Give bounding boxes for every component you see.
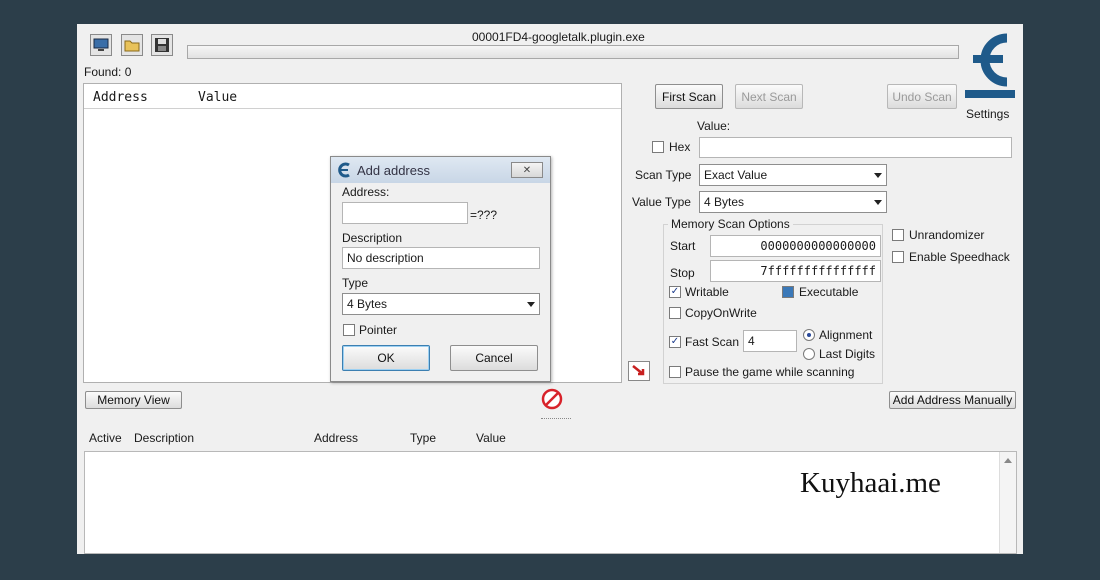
dialog-type-select[interactable]: 4 Bytes xyxy=(342,293,540,315)
unrandomizer-label: Unrandomizer xyxy=(909,228,985,242)
chevron-down-icon xyxy=(527,302,535,307)
column-header[interactable]: Type xyxy=(410,431,436,445)
scan-type-label: Scan Type xyxy=(635,168,692,182)
value-type-value: 4 Bytes xyxy=(704,195,745,209)
memory-options-label: Memory Scan Options xyxy=(668,217,793,231)
scan-type-select[interactable]: Exact Value xyxy=(699,164,887,186)
undo-scan-button[interactable]: Undo Scan xyxy=(887,84,957,109)
hex-checkbox[interactable] xyxy=(652,141,664,153)
add-to-list-button[interactable] xyxy=(628,361,650,381)
open-process-button[interactable] xyxy=(90,34,112,56)
last-digits-radio[interactable] xyxy=(803,348,815,360)
copyonwrite-label: CopyOnWrite xyxy=(685,306,757,320)
pause-game-checkbox[interactable] xyxy=(669,366,681,378)
speedhack-checkbox[interactable] xyxy=(892,251,904,263)
scan-type-value: Exact Value xyxy=(704,168,768,182)
start-label: Start xyxy=(670,239,696,253)
cancel-button[interactable]: Cancel xyxy=(450,345,538,371)
type-label: Type xyxy=(342,276,369,290)
unrandomizer-checkbox[interactable] xyxy=(892,229,904,241)
stop-button[interactable] xyxy=(541,388,563,410)
column-header[interactable]: Value xyxy=(476,431,506,445)
scan-progress-bar xyxy=(187,45,959,59)
cheat-engine-logo xyxy=(965,33,1015,98)
dialog-type-value: 4 Bytes xyxy=(347,297,388,311)
cheat-engine-icon xyxy=(338,162,350,178)
hex-label: Hex xyxy=(669,140,691,154)
chevron-down-icon xyxy=(874,173,882,178)
fast-scan-label: Fast Scan xyxy=(685,335,740,349)
pointer-checkbox[interactable] xyxy=(343,324,355,336)
writable-checkbox[interactable]: ✓ xyxy=(669,286,681,298)
description-label: Description xyxy=(342,231,403,245)
folder-icon xyxy=(124,40,140,52)
open-file-button[interactable] xyxy=(121,34,143,56)
column-header[interactable]: Description xyxy=(134,431,194,445)
scrollbar[interactable] xyxy=(999,452,1016,553)
next-scan-button[interactable]: Next Scan xyxy=(735,84,803,109)
column-header[interactable]: Value xyxy=(198,90,237,105)
stop-label: Stop xyxy=(670,266,695,280)
chevron-up-icon xyxy=(1004,458,1012,463)
address-label: Address: xyxy=(342,185,390,199)
ok-button[interactable]: OK xyxy=(342,345,430,371)
alignment-label: Alignment xyxy=(819,328,873,342)
dialog-titlebar: Add address ✕ xyxy=(331,157,550,183)
pointer-label: Pointer xyxy=(359,323,398,337)
column-header[interactable]: Address xyxy=(314,431,358,445)
executable-label: Executable xyxy=(799,285,859,299)
speedhack-label: Enable Speedhack xyxy=(909,250,1010,264)
splitter-handle[interactable] xyxy=(541,418,571,422)
fast-scan-checkbox[interactable]: ✓ xyxy=(669,336,681,348)
column-header[interactable]: Address xyxy=(93,90,148,105)
settings-link[interactable]: Settings xyxy=(966,107,1009,121)
last-digits-label: Last Digits xyxy=(819,347,876,361)
address-table-header: Active Description Address Type Value xyxy=(84,425,1017,452)
save-button[interactable] xyxy=(151,34,173,56)
value-type-label: Value Type xyxy=(632,195,691,209)
stop-icon xyxy=(541,388,563,410)
stop-address-input[interactable]: 7fffffffffffffff xyxy=(710,260,881,282)
chevron-down-icon xyxy=(874,200,882,205)
add-address-dialog: Add address ✕ Address: =??? Description … xyxy=(330,156,551,382)
save-icon xyxy=(155,38,169,52)
watermark-text: Kuyhaai.me xyxy=(800,467,941,499)
alignment-radio[interactable] xyxy=(803,329,815,341)
window-title: 00001FD4-googletalk.plugin.exe xyxy=(472,30,645,44)
down-right-arrow-icon xyxy=(632,365,645,376)
computer-icon xyxy=(93,38,109,51)
fast-scan-input[interactable]: 4 xyxy=(743,330,797,352)
dialog-description-input[interactable]: No description xyxy=(342,247,540,269)
copyonwrite-checkbox[interactable] xyxy=(669,307,681,319)
found-count: Found: 0 xyxy=(84,65,132,79)
close-icon[interactable]: ✕ xyxy=(511,162,543,178)
add-address-manually-button[interactable]: Add Address Manually xyxy=(889,391,1016,409)
value-label: Value: xyxy=(697,119,731,133)
column-header[interactable]: Active xyxy=(89,431,122,445)
memory-view-button[interactable]: Memory View xyxy=(85,391,182,409)
scan-value-input[interactable] xyxy=(699,137,1012,158)
start-address-input[interactable]: 0000000000000000 xyxy=(710,235,881,257)
address-result: =??? xyxy=(470,208,498,222)
writable-label: Writable xyxy=(685,285,729,299)
executable-checkbox[interactable] xyxy=(782,286,794,298)
dialog-title: Add address xyxy=(357,163,430,178)
cheat-engine-window: 00001FD4-googletalk.plugin.exe Settings … xyxy=(77,24,1023,554)
first-scan-button[interactable]: First Scan xyxy=(655,84,723,109)
value-type-select[interactable]: 4 Bytes xyxy=(699,191,887,213)
dialog-address-input[interactable] xyxy=(342,202,468,224)
results-header: Address Value xyxy=(84,84,621,109)
pause-game-label: Pause the game while scanning xyxy=(685,365,855,379)
